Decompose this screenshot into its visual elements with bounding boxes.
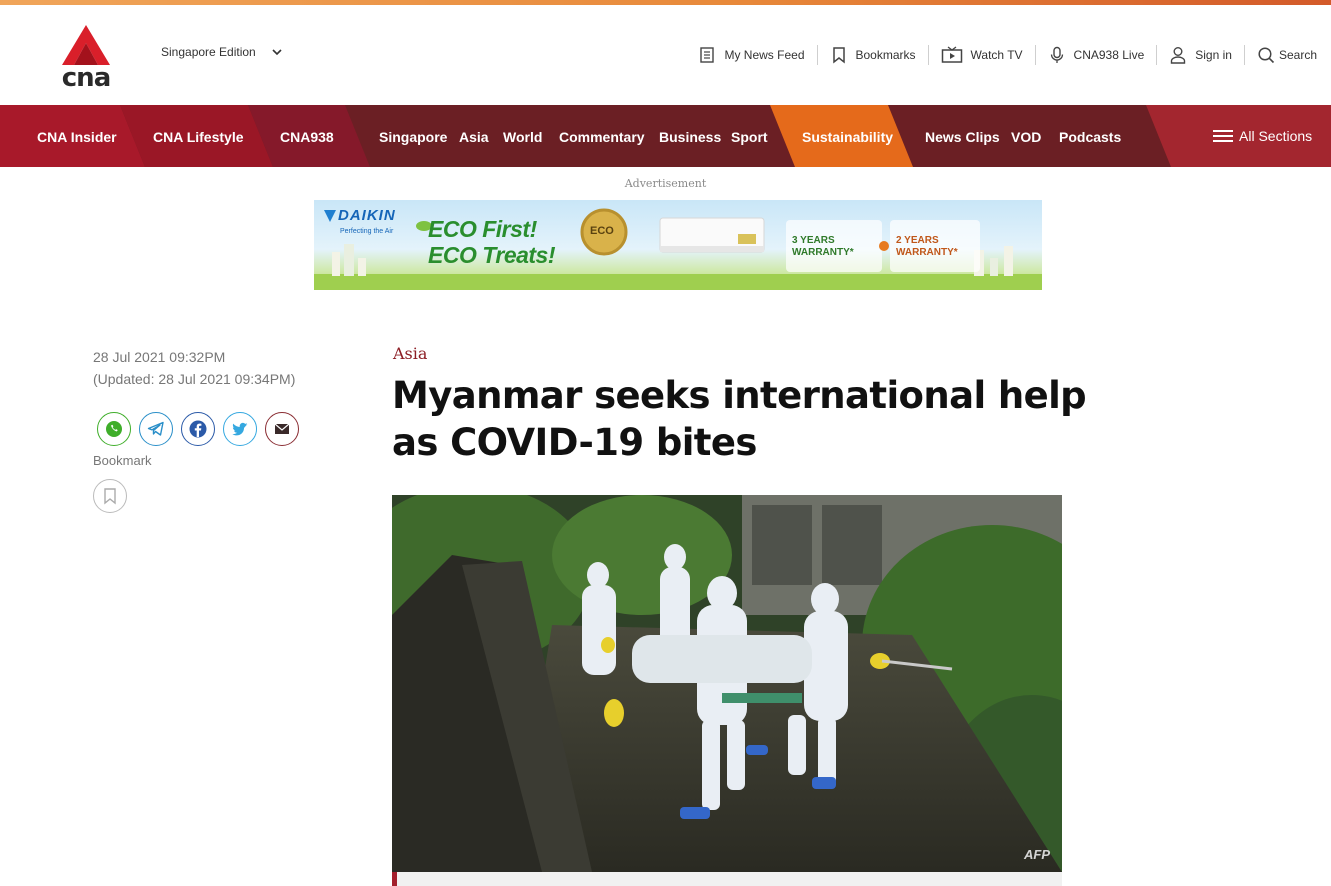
cna-logo-icon [62, 25, 110, 65]
nav-sport[interactable]: Sport [731, 105, 768, 167]
twitter-icon [232, 422, 248, 436]
nav-vod[interactable]: VOD [1011, 105, 1041, 167]
nav-world[interactable]: World [503, 105, 542, 167]
whatsapp-icon [106, 421, 122, 437]
article-category[interactable]: Asia [393, 344, 427, 363]
bookmarks-link[interactable]: Bookmarks [818, 44, 928, 66]
nav-asia[interactable]: Asia [459, 105, 489, 167]
article-hero-image: AFP [392, 495, 1062, 872]
cna938-live-label: CNA938 Live [1073, 48, 1145, 62]
advertisement-banner[interactable]: DAIKIN Perfecting the Air ECO First! ECO… [314, 200, 1042, 290]
edition-selector[interactable]: Singapore Edition [161, 45, 284, 59]
nav-singapore[interactable]: Singapore [379, 105, 447, 167]
telegram-icon [147, 421, 164, 436]
ad-headline-2: ECO Treats! [428, 242, 556, 268]
all-sections-label: All Sections [1239, 128, 1313, 144]
share-twitter-button[interactable] [223, 412, 257, 446]
facebook-icon [189, 420, 207, 438]
share-telegram-button[interactable] [139, 412, 173, 446]
tv-icon [941, 46, 962, 63]
ad-badge: ECO [590, 225, 614, 237]
nav-cna-insider[interactable]: CNA Insider [37, 105, 117, 167]
bookmark-icon [832, 47, 845, 64]
logo-text: cna [61, 63, 111, 93]
article-timestamps: 28 Jul 2021 09:32PM (Updated: 28 Jul 202… [93, 346, 295, 390]
search-icon [1258, 47, 1275, 64]
nav-podcasts[interactable]: Podcasts [1059, 105, 1121, 167]
watch-tv-link[interactable]: Watch TV [929, 44, 1035, 66]
cna938-live-link[interactable]: CNA938 Live [1036, 44, 1157, 66]
nav-cna938[interactable]: CNA938 [280, 105, 334, 167]
search-label: Search [1278, 48, 1317, 62]
my-news-feed-link[interactable]: My News Feed [686, 44, 816, 66]
user-icon [1171, 47, 1186, 64]
image-caption-bar [392, 872, 1062, 886]
advertisement-label: Advertisement [624, 177, 707, 190]
hero-photo-illustration [392, 495, 1062, 872]
nav-business[interactable]: Business [659, 105, 721, 167]
news-feed-icon [700, 47, 715, 63]
nav-commentary[interactable]: Commentary [559, 105, 645, 167]
my-news-feed-label: My News Feed [724, 48, 805, 62]
bookmark-label: Bookmark [93, 453, 152, 468]
nav-news-clips[interactable]: News Clips [925, 105, 1000, 167]
nav-sustainability[interactable]: Sustainability [802, 105, 893, 167]
chevron-down-icon [272, 49, 282, 56]
article-headline: Myanmar seeks international help as COVI… [392, 374, 1087, 464]
nav-cna-lifestyle[interactable]: CNA Lifestyle [153, 105, 244, 167]
bookmarks-label: Bookmarks [855, 48, 916, 62]
updated-time: (Updated: 28 Jul 2021 09:34PM) [93, 371, 296, 387]
edition-label: Singapore Edition [161, 45, 256, 59]
bookmark-icon [104, 488, 116, 505]
cna-logo[interactable]: cna [60, 23, 112, 93]
image-credit: AFP [1024, 847, 1050, 862]
published-time: 28 Jul 2021 09:32PM [93, 349, 226, 365]
share-buttons [97, 412, 299, 446]
bookmark-article-button[interactable] [93, 479, 127, 513]
microphone-icon [1050, 46, 1063, 63]
ad-tagline: Perfecting the Air [340, 228, 394, 235]
site-header: cna Singapore Edition My News Feed Bookm… [0, 5, 1331, 105]
share-email-button[interactable] [265, 412, 299, 446]
utility-bar: My News Feed Bookmarks Watch TV CNA938 L… [686, 43, 1317, 67]
sign-in-link[interactable]: Sign in [1157, 44, 1244, 66]
main-navigation: CNA Insider CNA Lifestyle CNA938 Singapo… [0, 105, 1331, 167]
sign-in-label: Sign in [1195, 48, 1232, 62]
ad-warranty-2: 2 YEARS WARRANTY* [896, 235, 958, 258]
hamburger-menu-icon [1213, 130, 1233, 142]
all-sections-button[interactable]: All Sections [1213, 105, 1312, 167]
watch-tv-label: Watch TV [970, 48, 1023, 62]
ad-warranty-1: 3 YEARS WARRANTY* [792, 235, 854, 258]
search-button[interactable]: Search [1245, 44, 1317, 66]
email-icon [274, 423, 290, 434]
ad-headline-1: ECO First! [428, 216, 537, 242]
share-facebook-button[interactable] [181, 412, 215, 446]
share-whatsapp-button[interactable] [97, 412, 131, 446]
ad-brand: DAIKIN [338, 207, 396, 224]
